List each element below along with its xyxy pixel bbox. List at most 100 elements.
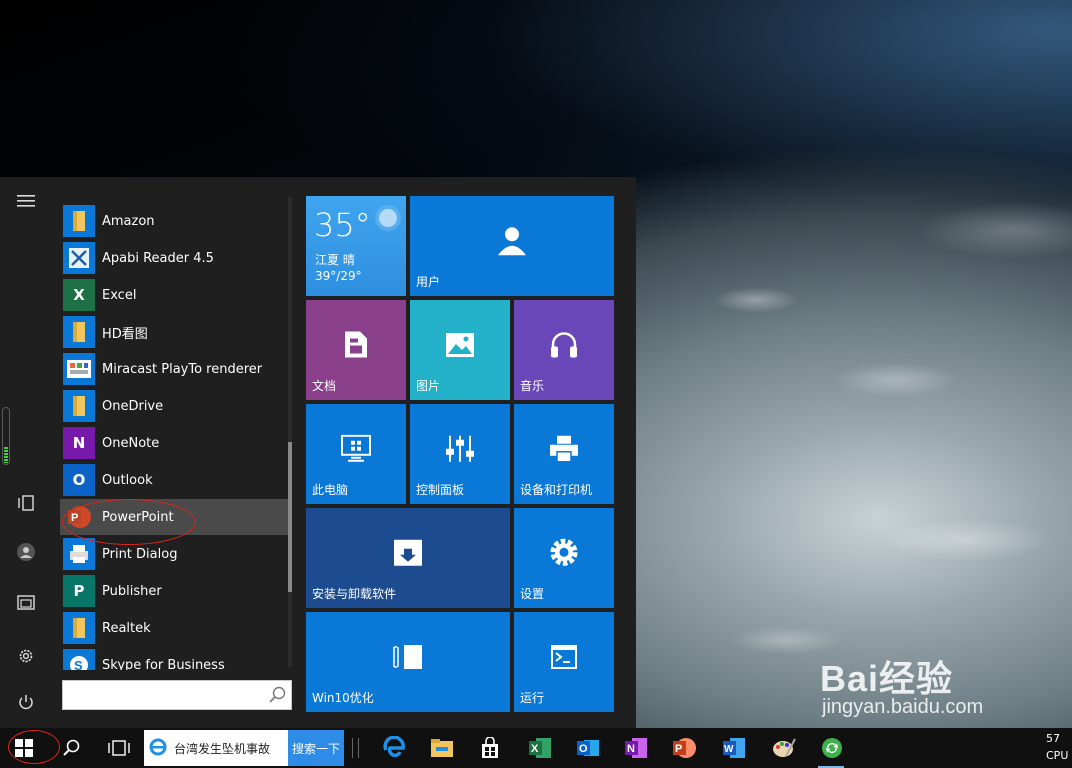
weather-temp: 35° [314,206,371,244]
volume-meter [2,407,10,465]
tile-weather[interactable]: 35° 江夏 晴 39°/29° [306,196,406,296]
headphones-icon [549,330,579,363]
app-item-amazon[interactable]: Amazon [60,203,288,239]
sun-icon [374,204,402,235]
watermark-brand: Bai经验 [820,658,954,699]
power-icon[interactable] [12,688,40,716]
tile-this-pc[interactable]: 此电脑 [306,404,406,504]
app-item-hd-viewer[interactable]: HD看图 [60,314,288,350]
app-item-miracast[interactable]: Miracast PlayTo renderer [60,351,288,387]
app-label: OneNote [102,435,160,451]
app-label: OneDrive [102,398,164,414]
monitor-icon [341,434,371,466]
watermark-url: jingyan.baidu.com [822,696,984,718]
tile-pictures[interactable]: 图片 [410,300,510,400]
app-item-skype[interactable]: S Skype for Business [60,647,288,670]
task-view-icon[interactable] [98,728,140,768]
print-dialog-icon [63,538,95,570]
install-box-icon [393,539,423,570]
taskbar-excel-icon[interactable]: X [520,728,560,768]
weather-range: 39°/29° [315,269,362,283]
app-label: Realtek [102,620,151,636]
optimize-icon [392,644,424,673]
tile-win10-optimize[interactable]: Win10优化 [306,612,510,712]
taskbar-word-icon[interactable]: W [714,728,754,768]
search-icon[interactable] [269,686,287,708]
annotation-ellipse [62,499,196,545]
tile-control-panel[interactable]: 控制面板 [410,404,510,504]
svg-text:O: O [579,743,588,755]
start-left-rail [0,177,52,728]
taskbar-outlook-icon[interactable]: O [568,728,608,768]
tile-label: 文档 [312,379,337,393]
app-label: Publisher [102,583,162,599]
earth-clouds [636,120,1072,728]
taskbar-paint-icon[interactable] [764,728,804,768]
start-menu: Amazon Apabi Reader 4.5 X Excel HD看图 Mir… [0,177,636,728]
tile-settings[interactable]: 设置 [514,508,614,608]
settings-gear-icon[interactable] [12,642,40,670]
sliders-icon [445,435,475,466]
app-item-realtek[interactable]: Realtek [60,610,288,646]
file-explorer-icon[interactable] [12,588,40,616]
taskbar-onenote-icon[interactable]: N [616,728,656,768]
folder-icon [63,205,95,237]
start-search-box[interactable] [62,680,292,710]
publisher-icon: P [63,575,95,607]
app-label: Outlook [102,472,153,488]
gear-icon [548,536,580,571]
tile-label: 图片 [416,379,441,393]
tile-label: 用户 [416,275,441,289]
svg-text:S: S [74,658,83,670]
tile-label: 安装与卸载软件 [312,587,397,601]
folder-icon [63,612,95,644]
taskbar: 台湾发生坠机事故 搜索一下 X O N P W 57 CPU [0,728,1072,768]
taskbar-powerpoint-icon[interactable]: P [664,728,704,768]
app-item-onedrive[interactable]: OneDrive [60,388,288,424]
app-label: Skype for Business [102,657,225,671]
taskbar-edge-icon[interactable] [374,728,414,768]
app-list-scrollbar[interactable] [288,197,292,667]
app-item-outlook[interactable]: O Outlook [60,462,288,498]
picture-icon [445,332,475,361]
app-item-apabi-reader[interactable]: Apabi Reader 4.5 [60,240,288,276]
user-icon [496,224,528,259]
folder-icon [63,390,95,422]
tile-music[interactable]: 音乐 [514,300,614,400]
app-item-publisher[interactable]: P Publisher [60,573,288,609]
apabi-reader-icon [63,242,95,274]
run-icon [550,644,578,673]
app-item-onenote[interactable]: N OneNote [60,425,288,461]
app-label: Apabi Reader 4.5 [102,250,214,266]
tablet-mode-icon[interactable] [12,489,40,517]
app-label: HD看图 [102,326,148,342]
baidu-watermark: Bai经验 jingyan.baidu.com [820,650,1030,720]
tile-run[interactable]: 运行 [514,612,614,712]
folder-icon [63,316,95,348]
search-go-button[interactable]: 搜索一下 [288,730,344,766]
tile-user[interactable]: 用户 [410,196,614,296]
tile-label: 此电脑 [312,483,349,497]
miracast-icon [63,353,95,385]
taskbar-file-explorer-icon[interactable] [422,728,462,768]
ie-icon [148,737,168,760]
taskbar-separator [352,738,359,758]
user-account-icon[interactable] [12,538,40,566]
tile-devices-printers[interactable]: 设备和打印机 [514,404,614,504]
tile-label: 控制面板 [416,483,465,497]
app-label: Amazon [102,213,155,229]
browser-search-text: 台湾发生坠机事故 [174,741,271,756]
taskbar-store-icon[interactable] [470,728,510,768]
svg-text:P: P [675,743,682,755]
app-item-excel[interactable]: X Excel [60,277,288,313]
hamburger-menu-icon[interactable] [12,187,40,215]
system-clock[interactable]: 57 CPU [1046,730,1068,764]
app-label: Miracast PlayTo renderer [102,361,263,377]
printer-icon [549,435,579,466]
tile-documents[interactable]: 文档 [306,300,406,400]
tile-install-uninstall[interactable]: 安装与卸载软件 [306,508,510,608]
scrollbar-thumb[interactable] [288,442,292,592]
clock-line-2: CPU [1046,749,1069,762]
browser-search-widget[interactable]: 台湾发生坠机事故 [144,730,290,766]
taskbar-update-icon[interactable] [812,728,852,768]
